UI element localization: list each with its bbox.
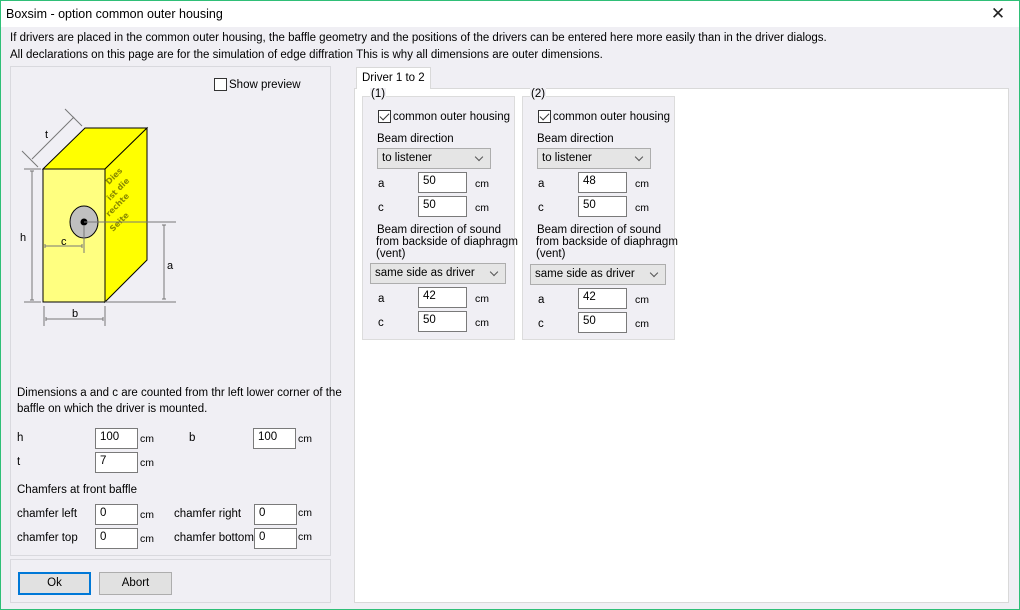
driver-1-vent-a-unit: cm	[475, 293, 489, 305]
chamfer-top-label: chamfer top	[17, 532, 78, 544]
driver-2-vent-a-input[interactable]: 42	[578, 288, 627, 309]
chamfer-bottom-label: chamfer bottom	[174, 532, 254, 544]
driver-2-legend: (2)	[530, 88, 547, 100]
housing-front-face	[42, 168, 106, 303]
chamfer-top-input[interactable]: 0	[95, 528, 138, 549]
chamfer-right-label: chamfer right	[174, 508, 242, 520]
a-label: a	[167, 260, 174, 272]
driver-2-vent-label-3: (vent)	[536, 248, 566, 260]
driver-2-vent-direction-select[interactable]: same side as driver	[530, 264, 666, 285]
chamfer-right-unit: cm	[298, 507, 312, 519]
ok-button[interactable]: Ok	[18, 572, 91, 595]
driver-2-c-unit: cm	[635, 202, 649, 214]
driver-2-vent-label-1: Beam direction of sound	[537, 224, 662, 236]
driver-2-beam-direction-label: Beam direction	[537, 133, 614, 145]
driver-1-a-label: a	[378, 178, 385, 190]
driver-1-vent-direction-select[interactable]: same side as driver	[370, 263, 506, 284]
driver-1-common-housing-checkbox[interactable]	[378, 110, 391, 123]
driver-2-a-label: a	[538, 178, 545, 190]
t-input[interactable]: 7	[95, 452, 138, 473]
dimensions-note-line1: Dimensions a and c are counted from thr …	[17, 387, 342, 399]
chamfer-bottom-input[interactable]: 0	[254, 528, 297, 549]
chamfers-title: Chamfers at front baffle	[17, 484, 137, 496]
h-unit: cm	[140, 433, 154, 445]
chevron-down-icon	[474, 152, 484, 162]
driver-2-vent-c-input[interactable]: 50	[578, 312, 627, 333]
c-label: c	[61, 236, 67, 248]
h-input[interactable]: 100	[95, 428, 138, 449]
b-field-label: b	[189, 432, 196, 444]
chamfer-right-input[interactable]: 0	[254, 504, 297, 525]
driver-2-vent-a-unit: cm	[635, 294, 649, 306]
t-label: t	[45, 129, 48, 141]
driver-2-a-unit: cm	[635, 178, 649, 190]
driver-1-beam-direction-value: to listener	[382, 152, 432, 164]
housing-diagram: Dies ist die rechte Seite a c h b t	[20, 108, 176, 326]
driver-1-legend: (1)	[370, 88, 387, 100]
driver-2-beam-direction-select[interactable]: to listener	[537, 148, 651, 169]
b-unit: cm	[298, 433, 312, 445]
t-field-label: t	[17, 456, 21, 468]
driver-1-vent-a-label: a	[378, 293, 385, 305]
driver-1-c-label: c	[378, 202, 384, 214]
driver-2-common-housing-checkbox[interactable]	[538, 110, 551, 123]
driver-1-common-housing-label[interactable]: common outer housing	[393, 111, 510, 123]
driver-2-vent-label-2: from backside of diaphragm	[536, 236, 678, 248]
tab-driver-1-to-2[interactable]: Driver 1 to 2	[356, 67, 431, 89]
driver-1-beam-direction-select[interactable]: to listener	[377, 148, 491, 169]
driver-2-common-housing-label[interactable]: common outer housing	[553, 111, 670, 123]
driver-2-vent-a-label: a	[538, 294, 545, 306]
driver-2-vent-direction-value: same side as driver	[535, 268, 635, 280]
chamfer-left-input[interactable]: 0	[95, 504, 138, 525]
driver-2-beam-direction-value: to listener	[542, 152, 592, 164]
h-field-label: h	[17, 432, 24, 444]
driver-1-vent-c-label: c	[378, 317, 384, 329]
t-extension-line-front	[21, 150, 39, 168]
dimensions-note-line2: baffle on which the driver is mounted.	[17, 403, 208, 415]
driver-1-beam-direction-label: Beam direction	[377, 133, 454, 145]
h-label: h	[20, 232, 26, 244]
abort-button[interactable]: Abort	[99, 572, 172, 595]
driver-2-a-input[interactable]: 48	[578, 172, 627, 193]
chevron-down-icon	[489, 267, 499, 277]
driver-1-vent-direction-value: same side as driver	[375, 267, 475, 279]
driver-1-a-unit: cm	[475, 178, 489, 190]
chamfer-left-label: chamfer left	[17, 508, 78, 520]
driver-1-c-unit: cm	[475, 202, 489, 214]
driver-2-c-input[interactable]: 50	[578, 196, 627, 217]
driver-1-vent-c-unit: cm	[475, 317, 489, 329]
chamfer-bottom-unit: cm	[298, 531, 312, 543]
chevron-down-icon	[649, 268, 659, 278]
driver-1-vent-label-2: from backside of diaphragm	[376, 236, 518, 248]
dialog-window: Boxsim - option common outer housing ✕ I…	[0, 0, 1020, 610]
driver-2-c-label: c	[538, 202, 544, 214]
b-label: b	[72, 308, 78, 320]
close-icon[interactable]: ✕	[983, 3, 1013, 25]
driver-1-c-input[interactable]: 50	[418, 196, 467, 217]
driver-1-vent-label-1: Beam direction of sound	[377, 224, 502, 236]
driver-1-vent-a-input[interactable]: 42	[418, 287, 467, 308]
chevron-down-icon	[634, 152, 644, 162]
driver-1-vent-c-input[interactable]: 50	[418, 311, 467, 332]
chamfer-left-unit: cm	[140, 509, 154, 521]
driver-1-vent-label-3: (vent)	[376, 248, 406, 260]
b-input[interactable]: 100	[253, 428, 296, 449]
t-unit: cm	[140, 457, 154, 469]
driver-2-vent-c-label: c	[538, 318, 544, 330]
driver-2-vent-c-unit: cm	[635, 318, 649, 330]
chamfer-top-unit: cm	[140, 533, 154, 545]
driver-1-a-input[interactable]: 50	[418, 172, 467, 193]
